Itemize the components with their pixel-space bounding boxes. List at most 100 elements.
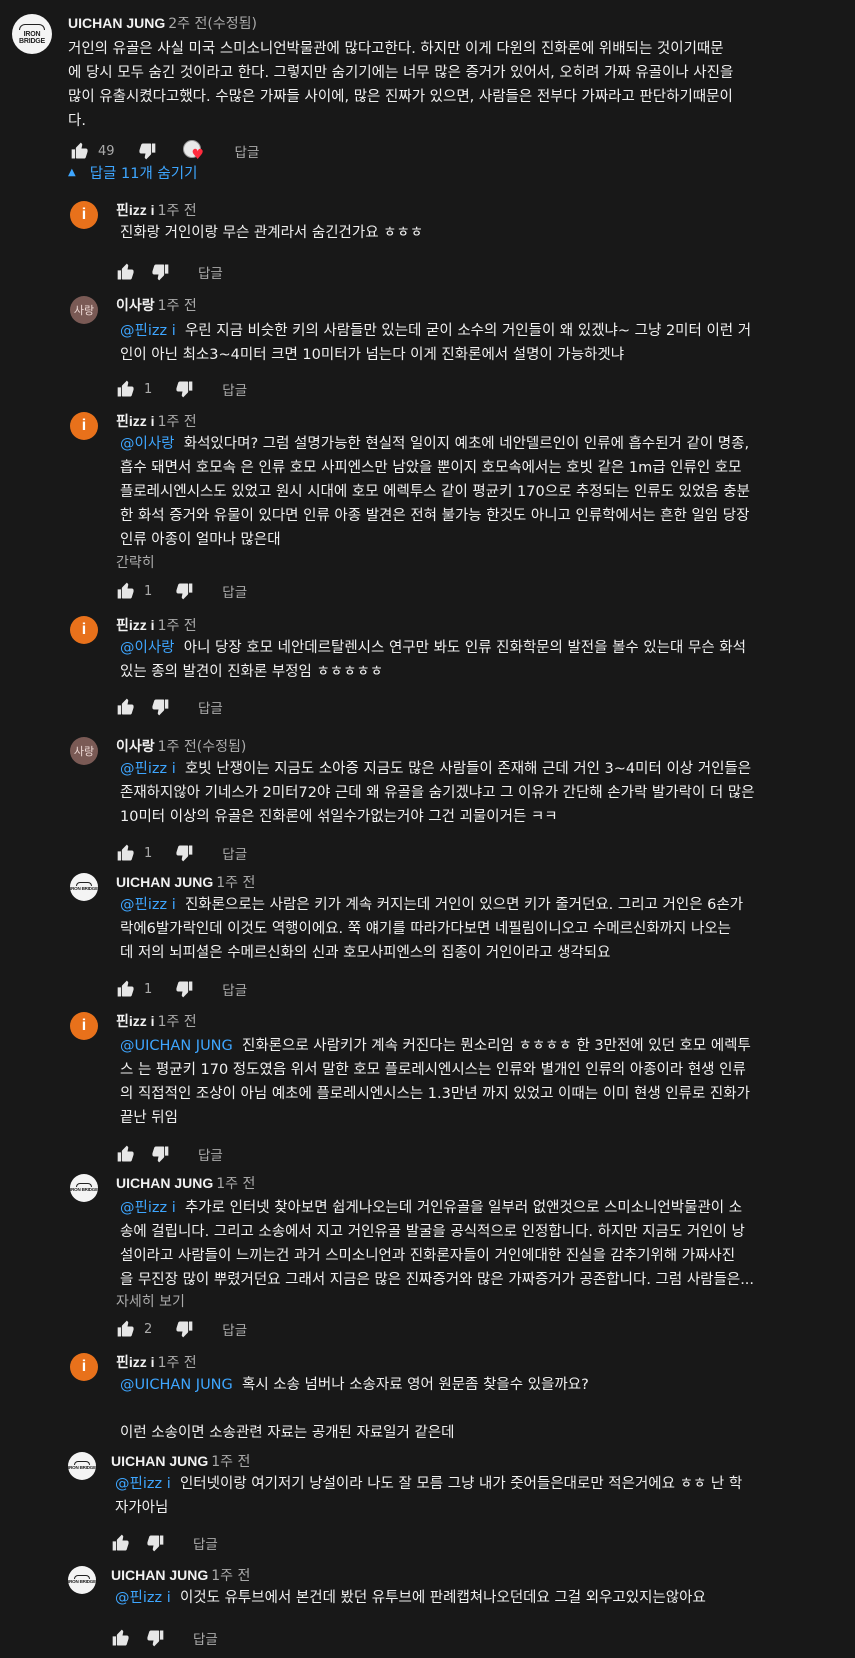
dislike-button[interactable]: [174, 979, 194, 999]
like-button[interactable]: [111, 1533, 131, 1553]
reply-time[interactable]: 1주 전: [158, 203, 197, 219]
reply-author[interactable]: UICHAN JUNG: [111, 1567, 208, 1583]
dislike-button[interactable]: [150, 1144, 170, 1164]
mention-link[interactable]: @이사랑: [120, 640, 175, 656]
mention-link[interactable]: @UICHAN JUNG: [120, 1038, 233, 1054]
like-button[interactable]: [116, 979, 136, 999]
reply-button[interactable]: 답글: [222, 979, 247, 999]
reply-time[interactable]: 1주 전: [211, 1568, 250, 1584]
reply-author[interactable]: 핀izz i: [116, 617, 155, 633]
avatar[interactable]: 사랑: [70, 737, 98, 765]
reply-text-line: 인류 아종이 얼마나 많은대: [120, 532, 281, 548]
dislike-button[interactable]: [174, 581, 194, 601]
dislike-button[interactable]: [174, 843, 194, 863]
thumbs-down-icon: [147, 1630, 164, 1647]
reply-header: UICHAN JUNG 1주 전: [116, 873, 255, 892]
reply-time[interactable]: 1주 전: [158, 298, 197, 314]
show-less-link[interactable]: 간략히: [116, 552, 155, 572]
reply-button[interactable]: 답글: [222, 581, 247, 601]
reply-text-line: @핀izz i 이것도 유투브에서 본건데 봤던 유투브에 판례캡쳐나오던데요 …: [115, 1590, 706, 1606]
avatar[interactable]: IRON BRIDGE: [68, 1566, 96, 1594]
reply-actions: 2 답글: [116, 1318, 247, 1340]
reply-author[interactable]: UICHAN JUNG: [111, 1453, 208, 1469]
dislike-button[interactable]: [145, 1628, 165, 1648]
caret-up-icon: ▲: [68, 167, 76, 178]
read-more-link[interactable]: 자세히 보기: [116, 1291, 185, 1311]
mention-link[interactable]: @이사랑: [120, 436, 175, 452]
reply-author[interactable]: 핀izz i: [116, 202, 155, 218]
reply-button[interactable]: 답글: [193, 1628, 218, 1648]
reply-text-line: @이사랑 화석있다며? 그럼 설명가능한 현실적 일이지 예초에 네안델르인이 …: [120, 436, 750, 452]
avatar[interactable]: IRON BRIDGE: [70, 873, 98, 901]
avatar[interactable]: i: [70, 616, 98, 644]
thumbs-down-icon: [176, 845, 193, 862]
avatar[interactable]: 사랑: [70, 296, 98, 324]
mention-link[interactable]: @UICHAN JUNG: [120, 1377, 233, 1393]
reply-button[interactable]: 답글: [235, 141, 260, 161]
reply-time[interactable]: 1주 전: [158, 618, 197, 634]
reply-time[interactable]: 1주 전: [158, 1355, 197, 1371]
comment-time[interactable]: 2주 전(수정됨): [168, 16, 257, 32]
reply-author[interactable]: 이사랑: [116, 297, 155, 313]
mention-link[interactable]: @핀izz i: [120, 1200, 176, 1216]
reply-actions: 답글: [111, 1532, 218, 1554]
reply-time[interactable]: 1주 전: [158, 1014, 197, 1030]
avatar[interactable]: i: [70, 1353, 98, 1381]
reply-button[interactable]: 답글: [222, 379, 247, 399]
reply-author[interactable]: UICHAN JUNG: [116, 874, 213, 890]
reply-time[interactable]: 1주 전: [216, 875, 255, 891]
comment-text: 거인의 유골은 사실 미국 스미소니언박물관에 많다고한다. 하지만 이게 다윈…: [68, 41, 734, 129]
like-button[interactable]: [116, 1144, 136, 1164]
reply-author[interactable]: UICHAN JUNG: [116, 1175, 213, 1191]
like-button[interactable]: [111, 1628, 131, 1648]
reply-text-line: 플로레시엔시스도 있었고 원시 시대에 호모 에렉투스 같이 평균키 170으로…: [120, 484, 750, 500]
hide-replies-button[interactable]: ▲ 답글 11개 숨기기: [68, 162, 197, 183]
dislike-button[interactable]: [150, 697, 170, 717]
like-button[interactable]: [116, 581, 136, 601]
thumbs-down-icon: [147, 1535, 164, 1552]
avatar[interactable]: IRON BRIDGE: [70, 1174, 98, 1202]
reply-text-line: @UICHAN JUNG 진화론으로 사람키가 계속 커진다는 뭔소리임 ㅎㅎㅎ…: [120, 1038, 751, 1054]
mention-link[interactable]: @핀izz i: [115, 1590, 171, 1606]
reply-button[interactable]: 답글: [198, 1144, 223, 1164]
reply-author[interactable]: 핀izz i: [116, 1013, 155, 1029]
thumbs-down-icon: [176, 981, 193, 998]
avatar[interactable]: i: [70, 412, 98, 440]
like-button[interactable]: [116, 1319, 136, 1339]
dislike-button[interactable]: [174, 379, 194, 399]
reply-text: @핀izz i 진화론으로는 사람은 키가 계속 커지는데 거인이 있으면 키가…: [120, 893, 743, 965]
dislike-button[interactable]: [145, 1533, 165, 1553]
avatar[interactable]: i: [70, 201, 98, 229]
like-button[interactable]: [70, 141, 90, 161]
dislike-button[interactable]: [137, 141, 157, 161]
reply-author[interactable]: 이사랑: [116, 738, 155, 754]
mention-link[interactable]: @핀izz i: [120, 897, 176, 913]
reply-button[interactable]: 답글: [222, 1319, 247, 1339]
reply-time[interactable]: 1주 전: [158, 414, 197, 430]
like-button[interactable]: [116, 262, 136, 282]
reply-time[interactable]: 1주 전(수정됨): [158, 739, 247, 755]
reply-time[interactable]: 1주 전: [211, 1454, 250, 1470]
mention-link[interactable]: @핀izz i: [115, 1476, 171, 1492]
mention-link[interactable]: @핀izz i: [120, 761, 176, 777]
avatar[interactable]: IRON BRIDGE: [12, 14, 52, 54]
like-button[interactable]: [116, 843, 136, 863]
reply-button[interactable]: 답글: [198, 262, 223, 282]
like-count: 49: [98, 143, 115, 159]
reply-actions: 답글: [116, 261, 223, 283]
avatar[interactable]: i: [70, 1012, 98, 1040]
dislike-button[interactable]: [150, 262, 170, 282]
reply-time[interactable]: 1주 전: [216, 1176, 255, 1192]
dislike-button[interactable]: [174, 1319, 194, 1339]
like-button[interactable]: [116, 379, 136, 399]
reply-button[interactable]: 답글: [198, 697, 223, 717]
reply-header: 핀izz i 1주 전: [116, 1353, 197, 1372]
reply-author[interactable]: 핀izz i: [116, 413, 155, 429]
like-button[interactable]: [116, 697, 136, 717]
avatar[interactable]: IRON BRIDGE: [68, 1452, 96, 1480]
comment-author[interactable]: UICHAN JUNG: [68, 15, 165, 31]
mention-link[interactable]: @핀izz i: [120, 323, 176, 339]
reply-button[interactable]: 답글: [193, 1533, 218, 1553]
reply-author[interactable]: 핀izz i: [116, 1354, 155, 1370]
reply-button[interactable]: 답글: [222, 843, 247, 863]
